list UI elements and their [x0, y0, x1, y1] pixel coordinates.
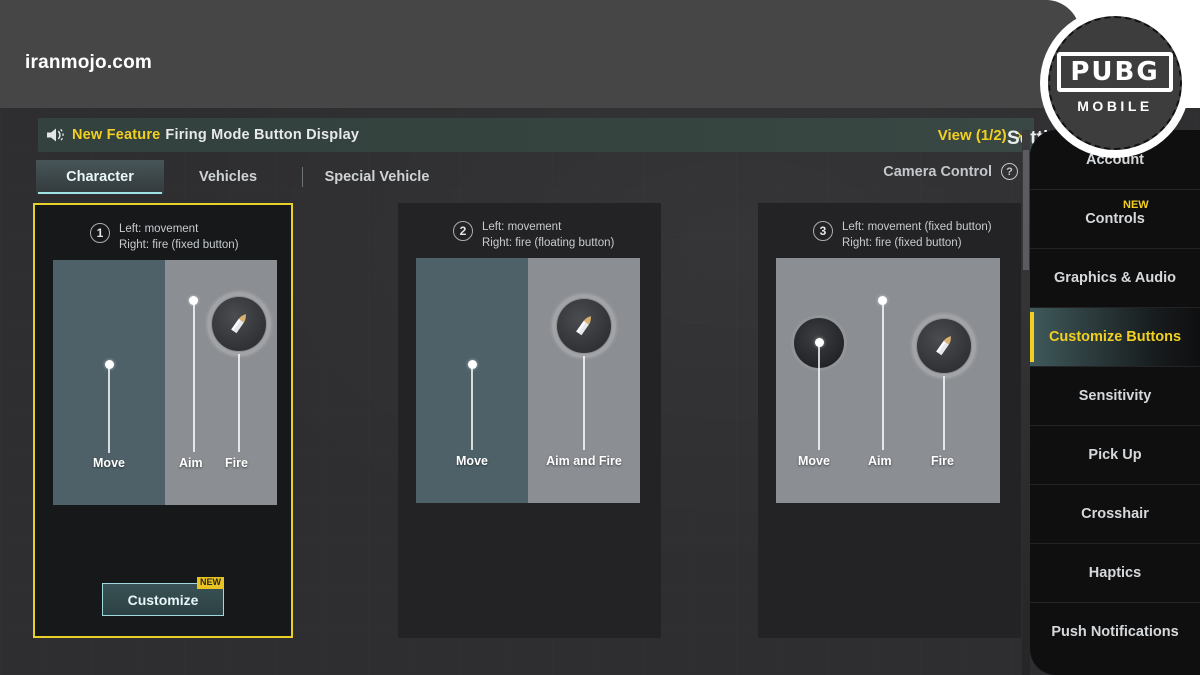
- card-1-preview: Move Aim Fire: [53, 260, 277, 505]
- tab-special-vehicle[interactable]: Special Vehicle: [313, 160, 441, 194]
- card-3-full-pane: Move Aim Fire: [776, 258, 1000, 503]
- sidebar-item-pick-up[interactable]: Pick Up: [1030, 425, 1200, 484]
- logo-disc: PUBG MOBILE: [1048, 16, 1182, 150]
- card-3-fire-label: Fire: [931, 454, 954, 468]
- card-2-header: 2 Left: movement Right: fire (floating b…: [398, 203, 661, 252]
- card-3-desc-line2: Right: fire (fixed button): [842, 236, 962, 249]
- card-2-desc-line1: Left: movement: [482, 221, 562, 233]
- sidebar-item-graphics-audio[interactable]: Graphics & Audio: [1030, 248, 1200, 307]
- controls-new-badge: NEW: [1123, 199, 1149, 211]
- card-2-preview: Move Aim and Fire: [416, 258, 640, 503]
- customize-button[interactable]: Customize NEW: [102, 577, 224, 616]
- control-scheme-card-2[interactable]: 2 Left: movement Right: fire (floating b…: [398, 203, 661, 638]
- card-1-fire-label: Fire: [225, 456, 248, 470]
- card-2-desc-line2: Right: fire (floating button): [482, 236, 615, 249]
- customize-new-badge: NEW: [197, 577, 224, 589]
- card-2-aimfire-label: Aim and Fire: [546, 454, 622, 468]
- card-2-description: Left: movement Right: fire (floating but…: [482, 220, 614, 252]
- game-screen: New Feature Firing Mode Button Display Vi…: [0, 108, 1200, 675]
- move-stick: [471, 368, 473, 450]
- fire-button-icon: [211, 296, 267, 352]
- card-1-number: 1: [90, 223, 110, 243]
- control-scheme-card-1[interactable]: 1 Left: movement Right: fire (fixed butt…: [33, 203, 293, 638]
- logo-word: PUBG: [1057, 52, 1173, 92]
- move-stick: [818, 346, 820, 450]
- customize-label: Customize: [127, 591, 199, 608]
- card-3-move-label: Move: [798, 454, 830, 468]
- sidebar-scroll-thumb[interactable]: [1023, 150, 1029, 270]
- fire-button-icon: [916, 318, 972, 374]
- watermark-panel: iranmojo.com: [0, 0, 1080, 122]
- aim-stick: [192, 304, 195, 452]
- camera-control-label: Camera Control: [883, 163, 992, 180]
- sidebar-item-controls[interactable]: Controls NEW: [1030, 189, 1200, 248]
- fire-stick: [238, 354, 240, 452]
- help-icon[interactable]: ?: [1001, 163, 1018, 180]
- fire-stick: [943, 376, 945, 450]
- tab-divider: [302, 167, 303, 187]
- move-stick: [108, 368, 110, 453]
- card-2-aimfire-pane: Aim and Fire: [528, 258, 640, 503]
- control-scheme-card-3[interactable]: 3 Left: movement (fixed button) Right: f…: [758, 203, 1021, 638]
- announcement-message: Firing Mode Button Display: [165, 127, 360, 143]
- screenshot-root: iranmojo.com New Feature Firing Mode Butt…: [0, 0, 1200, 675]
- sidebar-item-push-notifications[interactable]: Push Notifications: [1030, 602, 1200, 661]
- card-1-aim-label: Aim: [179, 456, 203, 470]
- card-1-header: 1 Left: movement Right: fire (fixed butt…: [35, 205, 291, 254]
- camera-control[interactable]: Camera Control ?: [883, 163, 1018, 180]
- tab-character[interactable]: Character: [36, 160, 164, 194]
- card-2-number: 2: [453, 221, 473, 241]
- card-3-preview: Move Aim Fire: [776, 258, 1000, 503]
- card-1-desc-line2: Right: fire (fixed button): [119, 238, 239, 251]
- announcement-new-label: New Feature: [72, 127, 161, 143]
- card-2-move-label: Move: [456, 454, 488, 468]
- sidebar-item-sensitivity[interactable]: Sensitivity: [1030, 366, 1200, 425]
- speaker-icon: [38, 127, 72, 143]
- sidebar-item-label: Controls: [1085, 211, 1145, 227]
- sidebar-item-haptics[interactable]: Haptics: [1030, 543, 1200, 602]
- control-scheme-cards: 1 Left: movement Right: fire (fixed butt…: [33, 203, 1033, 638]
- card-1-fire-pane: Aim Fire: [165, 260, 277, 505]
- announcement-bar[interactable]: New Feature Firing Mode Button Display Vi…: [38, 118, 1034, 152]
- card-1-move-label: Move: [93, 456, 125, 470]
- tab-bar: Character Vehicles Special Vehicle: [36, 160, 441, 194]
- card-1-desc-line1: Left: movement: [119, 223, 199, 235]
- sidebar-item-crosshair[interactable]: Crosshair: [1030, 484, 1200, 543]
- view-label: View (1/2): [937, 126, 1007, 144]
- card-3-aim-label: Aim: [868, 454, 892, 468]
- card-3-number: 3: [813, 221, 833, 241]
- aimfire-stick: [583, 356, 585, 450]
- watermark-text: iranmojo.com: [25, 52, 152, 73]
- fire-button-icon: [556, 298, 612, 354]
- logo-subtitle: MOBILE: [1077, 98, 1153, 114]
- sidebar-item-customize-buttons[interactable]: Customize Buttons: [1030, 307, 1200, 366]
- card-3-header: 3 Left: movement (fixed button) Right: f…: [758, 203, 1021, 252]
- card-3-description: Left: movement (fixed button) Right: fir…: [842, 220, 992, 252]
- card-3-desc-line1: Left: movement (fixed button): [842, 221, 992, 233]
- tab-vehicles[interactable]: Vehicles: [164, 160, 292, 194]
- aim-stick: [881, 304, 884, 450]
- card-1-move-pane: Move: [53, 260, 165, 505]
- card-2-move-pane: Move: [416, 258, 528, 503]
- settings-sidebar: Account Controls NEW Graphics & Audio Cu…: [1030, 130, 1200, 675]
- announcement-text: New Feature Firing Mode Button Display: [72, 127, 359, 143]
- pubg-mobile-logo: PUBG MOBILE: [1040, 8, 1190, 158]
- card-1-description: Left: movement Right: fire (fixed button…: [119, 222, 239, 254]
